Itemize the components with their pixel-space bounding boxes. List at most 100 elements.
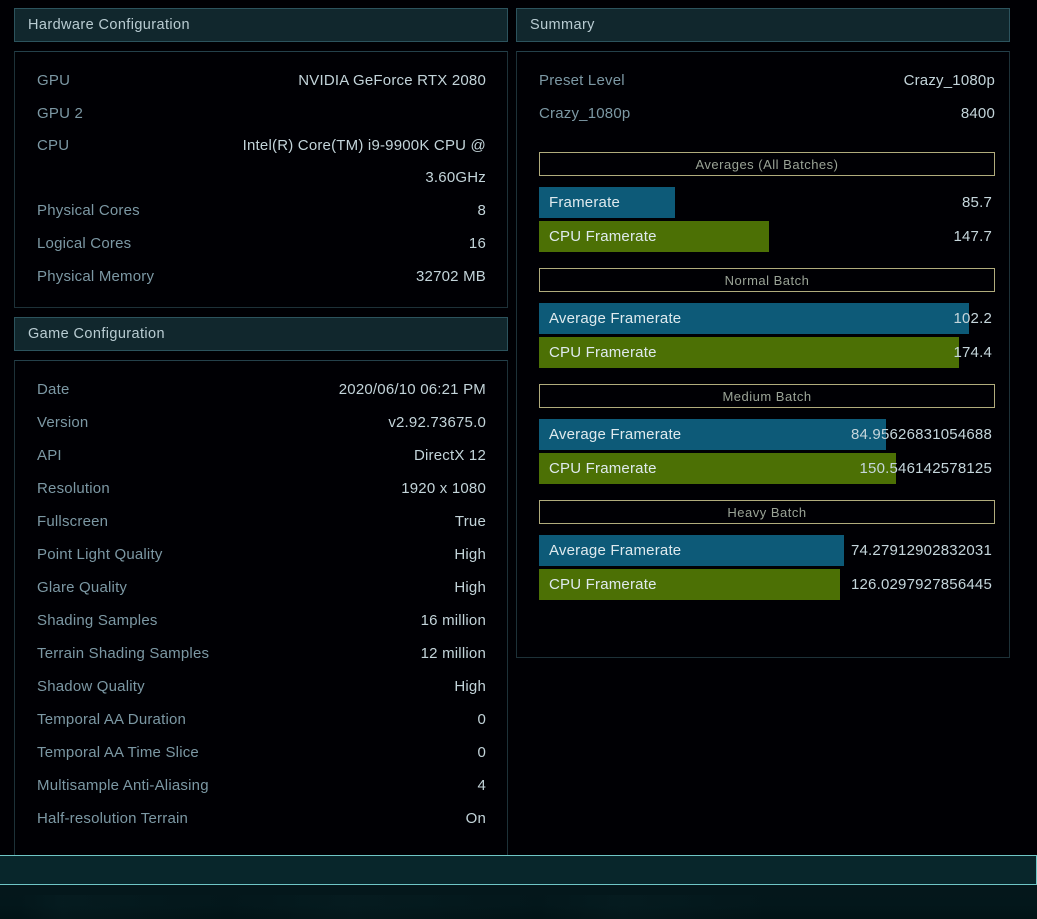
- table-row: Shading Samples 16 million: [37, 604, 486, 637]
- row-key: Point Light Quality: [37, 546, 163, 563]
- table-row: Fullscreen True: [37, 505, 486, 538]
- table-row: Physical Cores 8: [37, 194, 486, 227]
- table-row: Terrain Shading Samples 12 million: [37, 637, 486, 670]
- bar-row: Average Framerate 84.95626831054688: [539, 419, 995, 450]
- row-key: Temporal AA Time Slice: [37, 744, 199, 761]
- row-key: Date: [37, 381, 70, 398]
- table-row: GPU NVIDIA GeForce RTX 2080: [37, 64, 486, 97]
- right-column: Summary Preset Level Crazy_1080p Crazy_1…: [516, 8, 1010, 858]
- row-key: CPU: [37, 137, 70, 154]
- row-key: Physical Cores: [37, 202, 140, 219]
- batch-label-averages: Averages (All Batches): [539, 152, 995, 176]
- bar-row: Average Framerate 102.2: [539, 303, 995, 334]
- row-key: GPU 2: [37, 105, 84, 122]
- table-row: Logical Cores 16: [37, 227, 486, 260]
- row-key: Temporal AA Duration: [37, 711, 187, 728]
- table-row: API DirectX 12: [37, 439, 486, 472]
- batch-label-text: Normal Batch: [724, 272, 810, 288]
- row-key: Fullscreen: [37, 513, 109, 530]
- game-configuration-body: Date 2020/06/10 06:21 PM Version v2.92.7…: [14, 360, 508, 858]
- bars-group-medium: Average Framerate 84.95626831054688 CPU …: [539, 419, 995, 484]
- table-row: GPU 2: [37, 97, 486, 130]
- row-key: API: [37, 447, 62, 464]
- row-key: Glare Quality: [37, 579, 128, 596]
- footer-strip: [0, 855, 1037, 885]
- game-configuration-title: Game Configuration: [28, 326, 165, 342]
- row-key: GPU: [37, 72, 71, 89]
- row-value: 8: [477, 202, 486, 219]
- row-value: Intel(R) Core(TM) i9-9900K CPU @ 3.60GHz: [242, 137, 486, 186]
- bar-row: CPU Framerate 126.0297927856445: [539, 569, 995, 600]
- bar-label: CPU Framerate: [549, 576, 657, 593]
- bar-row: Framerate 85.7: [539, 187, 995, 218]
- bar-row: CPU Framerate 150.546142578125: [539, 453, 995, 484]
- row-value: 16: [468, 235, 486, 252]
- panels-container: Hardware Configuration GPU NVIDIA GeForc…: [0, 0, 1037, 858]
- table-row: Temporal AA Duration 0: [37, 703, 486, 736]
- benchmark-results-screen: Hardware Configuration GPU NVIDIA GeForc…: [0, 0, 1037, 919]
- batch-label-normal: Normal Batch: [539, 268, 995, 292]
- table-row: Temporal AA Time Slice 0: [37, 736, 486, 769]
- bar-value: 84.95626831054688: [850, 426, 992, 443]
- row-value: Crazy_1080p: [903, 72, 995, 89]
- row-key: Terrain Shading Samples: [37, 645, 210, 662]
- bar-label: CPU Framerate: [549, 460, 657, 477]
- summary-body: Preset Level Crazy_1080p Crazy_1080p 840…: [516, 51, 1010, 658]
- bar-row: CPU Framerate 174.4: [539, 337, 995, 368]
- bars-group-normal: Average Framerate 102.2 CPU Framerate 17…: [539, 303, 995, 368]
- footer-lower-area: [0, 885, 1037, 919]
- row-key: Physical Memory: [37, 268, 155, 285]
- row-value: 8400: [960, 105, 995, 122]
- game-configuration-header: Game Configuration: [14, 317, 508, 351]
- row-key: Shading Samples: [37, 612, 158, 629]
- row-value: 1920 x 1080: [401, 480, 486, 497]
- row-key: Multisample Anti-Aliasing: [37, 777, 209, 794]
- row-value: 2020/06/10 06:21 PM: [338, 381, 486, 398]
- footer-ghost-text: [0, 895, 1037, 919]
- hardware-configuration-header: Hardware Configuration: [14, 8, 508, 42]
- table-row: Resolution 1920 x 1080: [37, 472, 486, 505]
- row-value: 16 million: [420, 612, 486, 629]
- bar-row: Average Framerate 74.27912902832031: [539, 535, 995, 566]
- row-value: DirectX 12: [413, 447, 486, 464]
- bar-label: CPU Framerate: [549, 228, 657, 245]
- bar-value: 174.4: [953, 344, 992, 361]
- table-row: Multisample Anti-Aliasing 4: [37, 769, 486, 802]
- row-value: 0: [477, 711, 486, 728]
- row-key: Version: [37, 414, 89, 431]
- batch-label-medium: Medium Batch: [539, 384, 995, 408]
- left-column: Hardware Configuration GPU NVIDIA GeForc…: [14, 8, 508, 858]
- row-key: Preset Level: [539, 72, 625, 89]
- batch-label-text: Medium Batch: [722, 388, 812, 404]
- table-row: Physical Memory 32702 MB: [37, 260, 486, 293]
- row-value: NVIDIA GeForce RTX 2080: [298, 72, 486, 89]
- bar-value: 102.2: [953, 310, 992, 327]
- hardware-configuration-title: Hardware Configuration: [28, 17, 190, 33]
- bar-value: 150.546142578125: [859, 460, 992, 477]
- bar-label: Framerate: [549, 194, 620, 211]
- row-key: Half-resolution Terrain: [37, 810, 189, 827]
- table-row: Date 2020/06/10 06:21 PM: [37, 373, 486, 406]
- row-key: Shadow Quality: [37, 678, 145, 695]
- row-key: Resolution: [37, 480, 110, 497]
- row-value: True: [454, 513, 486, 530]
- table-row: Preset Level Crazy_1080p: [539, 64, 995, 97]
- bar-label: CPU Framerate: [549, 344, 657, 361]
- bar-label: Average Framerate: [549, 310, 682, 327]
- row-value: High: [454, 579, 486, 596]
- row-value: 32702 MB: [416, 268, 486, 285]
- row-value: 0: [477, 744, 486, 761]
- bar-value: 147.7: [953, 228, 992, 245]
- table-row: Crazy_1080p 8400: [539, 97, 995, 130]
- batch-label-text: Heavy Batch: [727, 504, 807, 520]
- bar-value: 74.27912902832031: [850, 542, 992, 559]
- table-row: Glare Quality High: [37, 571, 486, 604]
- table-row: Version v2.92.73675.0: [37, 406, 486, 439]
- table-row: Half-resolution Terrain On: [37, 802, 486, 835]
- table-row: CPU Intel(R) Core(TM) i9-9900K CPU @ 3.6…: [37, 130, 486, 194]
- summary-title: Summary: [530, 17, 595, 33]
- table-row: Shadow Quality High: [37, 670, 486, 703]
- row-key: Logical Cores: [37, 235, 132, 252]
- bar-row: CPU Framerate 147.7: [539, 221, 995, 252]
- row-value: High: [454, 678, 486, 695]
